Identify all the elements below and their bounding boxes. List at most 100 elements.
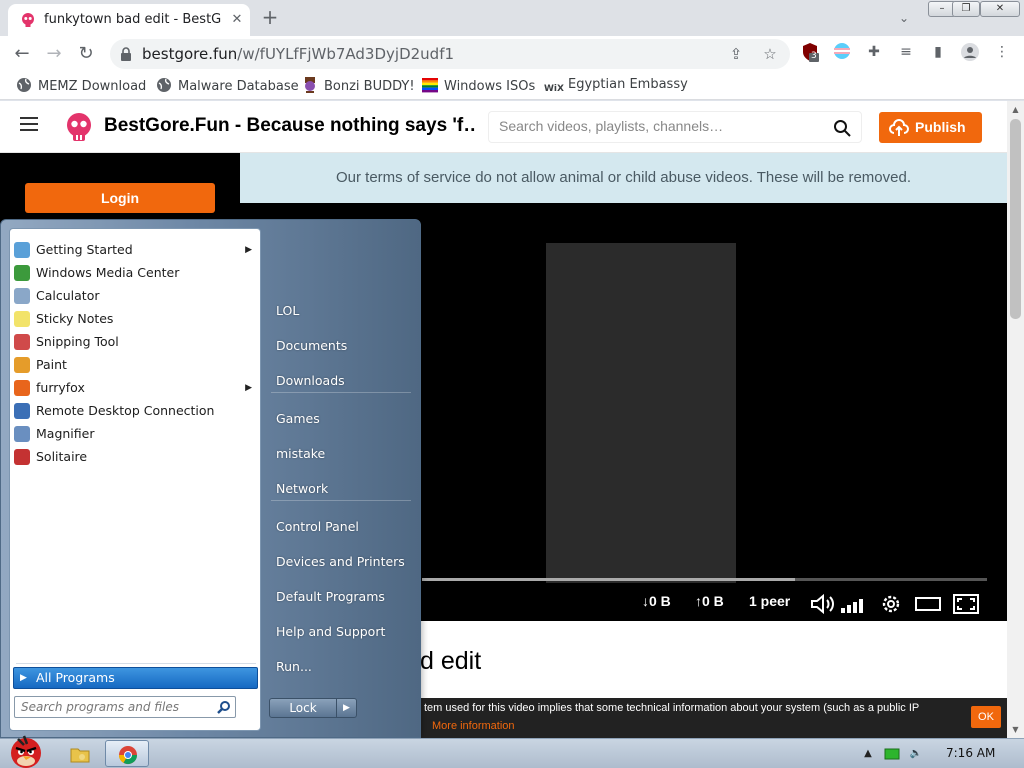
settings-gear-icon[interactable] (878, 593, 904, 615)
share-icon[interactable]: ⇪ (726, 44, 746, 64)
start-program-item[interactable]: Getting Started ▶ (14, 239, 258, 261)
theater-mode-icon[interactable] (915, 593, 941, 615)
shutdown-options-arrow-icon[interactable]: ▶ (337, 698, 357, 718)
site-header: BestGore.Fun - Because nothing says 'f… … (0, 101, 1007, 153)
bookmark-windows-isos[interactable]: Windows ISOs (422, 77, 535, 95)
start-place-item[interactable]: Run... (276, 659, 312, 674)
site-search-input[interactable] (499, 118, 819, 134)
forward-arrow-icon[interactable]: → (42, 42, 66, 66)
start-place-item[interactable]: Documents (276, 338, 347, 353)
start-program-item[interactable]: Calculator (14, 285, 258, 307)
action-center-flag-icon[interactable] (884, 746, 900, 762)
start-place-item[interactable]: mistake (276, 446, 325, 461)
start-search-box[interactable] (14, 696, 236, 718)
browser-toolbar: ← → ↻ bestgore.fun/w/fUYLfFjWb7Ad3DyjD2u… (0, 36, 1024, 72)
firefox-icon (14, 380, 30, 396)
start-program-item[interactable]: Sticky Notes (14, 308, 258, 330)
address-bar[interactable]: bestgore.fun/w/fUYLfFjWb7Ad3DyjD2udf1 ⇪ … (110, 39, 790, 69)
volume-icon[interactable] (810, 593, 836, 615)
globe-icon (17, 78, 31, 92)
taskbar-chrome-button[interactable] (105, 740, 149, 767)
hamburger-menu-icon[interactable] (20, 117, 38, 133)
start-program-item[interactable]: Paint (14, 354, 258, 376)
start-program-item[interactable]: Snipping Tool (14, 331, 258, 353)
bookmark-star-icon[interactable]: ☆ (760, 44, 780, 64)
start-program-item[interactable]: Windows Media Center (14, 262, 258, 284)
start-program-item[interactable]: Magnifier (14, 423, 258, 445)
volume-icon[interactable]: 🔈 (908, 746, 924, 762)
start-program-label: Windows Media Center (36, 265, 180, 280)
site-search-box[interactable] (488, 111, 862, 143)
peer-count-text: 1 peer (749, 593, 791, 609)
reload-icon[interactable]: ↻ (74, 42, 98, 66)
new-tab-button[interactable]: + (258, 6, 282, 30)
start-place-item[interactable]: Devices and Printers (276, 554, 405, 569)
media-queue-icon[interactable]: ≡ (896, 42, 916, 62)
start-place-item[interactable]: Games (276, 411, 320, 426)
bookmark-memz[interactable]: MEMZ Download (16, 77, 146, 95)
publish-button[interactable]: Publish (879, 112, 982, 143)
profile-avatar-icon[interactable] (960, 42, 980, 62)
show-hidden-icons-arrow[interactable]: ▲ (860, 746, 876, 762)
lock-icon (121, 47, 131, 61)
back-arrow-icon[interactable]: ← (10, 42, 34, 66)
search-icon[interactable] (833, 119, 851, 137)
scrollbar-thumb[interactable] (1010, 119, 1021, 319)
upload-arrow-icon: ↑ (695, 593, 702, 609)
url-text[interactable]: bestgore.fun/w/fUYLfFjWb7Ad3DyjD2udf1 (142, 45, 454, 63)
close-window-button[interactable]: ✕ (980, 1, 1020, 17)
start-place-item[interactable]: Help and Support (276, 624, 385, 639)
start-place-item[interactable]: Downloads (276, 373, 345, 388)
quality-bars-icon[interactable] (840, 593, 866, 615)
cookie-ok-button[interactable]: OK (971, 706, 1001, 728)
extensions-puzzle-icon[interactable]: ✚ (864, 42, 884, 62)
solitaire-icon (14, 449, 30, 465)
start-program-item[interactable]: Solitaire (14, 446, 258, 468)
clock[interactable]: 7:16 AM (946, 746, 995, 760)
restore-button[interactable]: ❐ (952, 1, 980, 17)
side-panel-icon[interactable]: ▮ (928, 42, 948, 62)
url-path: /w/fUYLfFjWb7Ad3DyjD2udf1 (237, 45, 455, 63)
bookmark-malware-db[interactable]: Malware Database (156, 77, 299, 95)
start-place-item[interactable]: LOL (276, 303, 299, 318)
media-center-icon (14, 265, 30, 281)
flag-extension-icon[interactable] (832, 42, 852, 62)
taskbar-explorer-button[interactable] (58, 740, 102, 767)
skull-logo-icon[interactable] (64, 111, 94, 143)
scroll-up-arrow-icon[interactable]: ▲ (1011, 105, 1020, 114)
taskbar: ▲ 🔈 7:16 AM (0, 735, 1024, 768)
tab-strip: funkytown bad edit - BestGore.Fun ✕ + ⌄ … (0, 0, 1024, 36)
all-programs-button[interactable]: ▶ All Programs (13, 667, 258, 689)
browser-menu-icon[interactable]: ⋮ (992, 42, 1012, 62)
start-program-item[interactable]: furryfox ▶ (14, 377, 258, 399)
tab-close-icon[interactable]: ✕ (228, 11, 246, 29)
ublock-extension-icon[interactable]: 3 (800, 42, 820, 62)
submenu-arrow-icon: ▶ (245, 383, 252, 393)
bookmark-bonzi[interactable]: Bonzi BUDDY! (302, 77, 415, 95)
fullscreen-icon[interactable] (953, 593, 979, 615)
page-scrollbar[interactable]: ▲ ▼ (1007, 101, 1024, 738)
start-search-input[interactable] (21, 700, 211, 714)
start-place-item[interactable]: Network (276, 481, 328, 496)
search-icon[interactable] (217, 700, 231, 714)
upload-stat: ↑0 B (695, 593, 724, 609)
seek-bar[interactable] (422, 578, 987, 581)
bookmark-egyptian-embassy[interactable]: WiX Egyptian Embassy (544, 77, 688, 95)
site-title[interactable]: BestGore.Fun - Because nothing says 'f… (104, 115, 476, 137)
start-program-label: Getting Started (36, 242, 133, 257)
start-program-label: Calculator (36, 288, 100, 303)
sticky-notes-icon (14, 311, 30, 327)
tab-search-chevron-icon[interactable]: ⌄ (894, 8, 914, 28)
more-information-link[interactable]: More information (432, 720, 515, 732)
start-orb-angry-bird-icon[interactable] (4, 731, 48, 768)
start-program-item[interactable]: Remote Desktop Connection (14, 400, 258, 422)
peer-count: 1 peer (749, 593, 790, 609)
login-button[interactable]: Login (25, 183, 215, 213)
browser-tab[interactable]: funkytown bad edit - BestGore.Fun ✕ (8, 4, 250, 36)
lock-button[interactable]: Lock (269, 698, 337, 718)
scroll-down-arrow-icon[interactable]: ▼ (1011, 725, 1020, 734)
snipping-tool-icon (14, 334, 30, 350)
start-place-item[interactable]: Default Programs (276, 589, 385, 604)
video-frame-placeholder[interactable] (546, 243, 736, 583)
start-place-item[interactable]: Control Panel (276, 519, 359, 534)
